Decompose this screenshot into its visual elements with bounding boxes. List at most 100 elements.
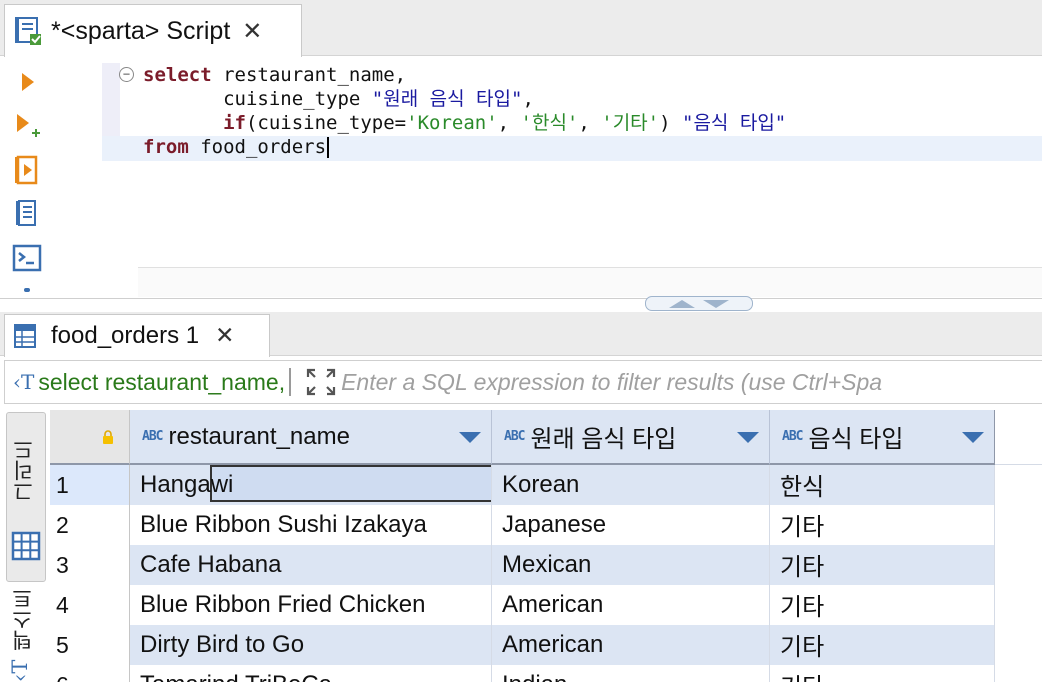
editor-horizontal-scrollbar[interactable] (138, 267, 1042, 297)
results-tab-title: food_orders 1 (51, 322, 200, 349)
console-icon (12, 244, 42, 272)
grid-header-row: ABC restaurant_name ABC 원래 음식 타입 ABC 음식 … (50, 410, 1042, 465)
cell-restaurant-name[interactable]: Blue Ribbon Sushi Izakaya (130, 505, 492, 545)
code-text: cuisine_type (223, 88, 372, 110)
filter-separator (289, 368, 292, 396)
grid-view-label: 그리드 (12, 439, 36, 503)
cell-food-type[interactable]: 기타 (770, 665, 995, 682)
cell-cuisine-type[interactable]: American (492, 625, 770, 665)
column-header-original-cuisine-type[interactable]: ABC 원래 음식 타입 (492, 410, 770, 465)
cell-cuisine-type[interactable]: American (492, 585, 770, 625)
sql-editor-pane: *<sparta> Script ✕ − select restaurant_n… (0, 0, 1042, 298)
cell-restaurant-name[interactable]: Cafe Habana (130, 545, 492, 585)
pane-splitter[interactable] (0, 296, 1042, 312)
code-literal: '기타' (601, 112, 660, 134)
cell-restaurant-name[interactable]: Dirty Bird to Go (130, 625, 492, 665)
row-number-cell[interactable]: 5 (50, 625, 130, 665)
more-tools-button[interactable] (10, 283, 44, 297)
cell-food-type[interactable]: 기타 (770, 585, 995, 625)
code-string: "원래 음식 타입" (371, 88, 523, 110)
editor-tab-script[interactable]: *<sparta> Script ✕ (4, 4, 302, 57)
sort-arrow-icon[interactable] (962, 432, 984, 443)
cell-value: Hangawi (140, 471, 234, 498)
restore-down-icon[interactable] (703, 299, 729, 308)
table-row[interactable]: 2 Blue Ribbon Sushi Izakaya Japanese 기타 (50, 505, 1042, 545)
active-query-label[interactable]: select restaurant_name, (38, 369, 285, 396)
lock-icon (103, 430, 113, 444)
row-number-cell[interactable]: 6 (50, 665, 130, 682)
explain-plan-icon (16, 200, 36, 226)
row-number-cell[interactable]: 1 (50, 465, 130, 505)
results-grid[interactable]: ABC restaurant_name ABC 원래 음식 타입 ABC 음식 … (50, 410, 1042, 682)
text-caret (327, 137, 330, 158)
maximize-up-icon[interactable] (669, 299, 695, 308)
empty-header-filler (995, 410, 1042, 465)
code-text: , (522, 88, 534, 110)
code-line-4: from food_orders (143, 135, 330, 159)
row-number-header[interactable] (50, 410, 130, 465)
cell-cuisine-type[interactable]: Indian (492, 665, 770, 682)
execute-new-tab-icon (17, 114, 40, 137)
execute-script-button[interactable] (10, 153, 44, 187)
string-type-badge: ABC (782, 429, 804, 444)
table-row[interactable]: 5 Dirty Bird to Go American 기타 (50, 625, 1042, 665)
close-icon[interactable]: ✕ (242, 19, 262, 43)
close-icon[interactable]: ✕ (215, 324, 234, 348)
column-header-food-type[interactable]: ABC 음식 타입 (770, 410, 995, 465)
code-text: restaurant_name, (211, 64, 407, 86)
code-text: , (578, 112, 602, 134)
table-row[interactable]: 6 Tamarind TriBeCa Indian 기타 (50, 665, 1042, 682)
sql-script-icon (15, 17, 41, 45)
cell-cuisine-type[interactable]: Korean (492, 465, 770, 505)
cell-restaurant-name[interactable]: Hangawi (130, 465, 492, 505)
grid-view-button[interactable]: 그리드 (6, 412, 46, 582)
code-text: (cuisine_type= (245, 112, 407, 134)
cell-cuisine-type[interactable]: Japanese (492, 505, 770, 545)
code-text: food_orders (188, 136, 327, 158)
table-row[interactable]: 3 Cafe Habana Mexican 기타 (50, 545, 1042, 585)
code-string: "음식 타입" (682, 112, 787, 134)
grid-view-icon (11, 531, 41, 561)
open-console-button[interactable] (10, 241, 44, 275)
code-text: ) (659, 112, 682, 134)
cell-restaurant-name[interactable]: Tamarind TriBeCa (130, 665, 492, 682)
row-number-cell[interactable]: 2 (50, 505, 130, 545)
column-header-restaurant-name[interactable]: ABC restaurant_name (130, 410, 492, 465)
cell-cuisine-type[interactable]: Mexican (492, 545, 770, 585)
row-number-cell[interactable]: 3 (50, 545, 130, 585)
text-view-button[interactable]: 텍스트 ‹T (6, 588, 46, 682)
execute-statement-button[interactable] (10, 65, 44, 99)
sql-code-editor[interactable]: − select restaurant_name, cuisine_type "… (100, 60, 1042, 270)
execute-new-tab-button[interactable] (10, 109, 44, 143)
cell-food-type[interactable]: 기타 (770, 545, 995, 585)
code-line-3: if(cuisine_type='Korean', '한식', '기타') "음… (143, 111, 786, 135)
cell-food-type[interactable]: 기타 (770, 625, 995, 665)
code-line-2: cuisine_type "원래 음식 타입", (143, 87, 534, 111)
string-type-badge: ABC (504, 429, 526, 444)
column-header-label: restaurant_name (168, 422, 350, 450)
results-tab-food-orders[interactable]: food_orders 1 ✕ (4, 314, 270, 357)
cell-restaurant-name[interactable]: Blue Ribbon Fried Chicken (130, 585, 492, 625)
selected-cell-outline (210, 465, 491, 502)
cell-food-type[interactable]: 기타 (770, 505, 995, 545)
row-number-cell[interactable]: 4 (50, 585, 130, 625)
expand-icon[interactable] (305, 367, 337, 397)
splitter-toggle-handle[interactable] (645, 296, 753, 311)
explain-plan-button[interactable] (10, 197, 44, 231)
execute-script-icon (15, 155, 38, 185)
cell-food-type[interactable]: 한식 (770, 465, 995, 505)
table-icon (14, 324, 36, 348)
editor-tab-bar: *<sparta> Script ✕ (0, 0, 1042, 57)
sort-arrow-icon[interactable] (459, 432, 481, 443)
code-line-1: select restaurant_name, (143, 63, 406, 87)
results-filter-bar: ‹T select restaurant_name, (4, 360, 1042, 404)
filter-expression-input[interactable] (341, 368, 982, 396)
editor-side-toolbar (0, 57, 58, 298)
sort-arrow-icon[interactable] (737, 432, 759, 443)
table-row[interactable]: 1 Hangawi Korean 한식 (50, 465, 1042, 505)
fold-collapse-icon[interactable]: − (119, 67, 134, 82)
keyword-from: from (143, 136, 189, 158)
table-row[interactable]: 4 Blue Ribbon Fried Chicken American 기타 (50, 585, 1042, 625)
